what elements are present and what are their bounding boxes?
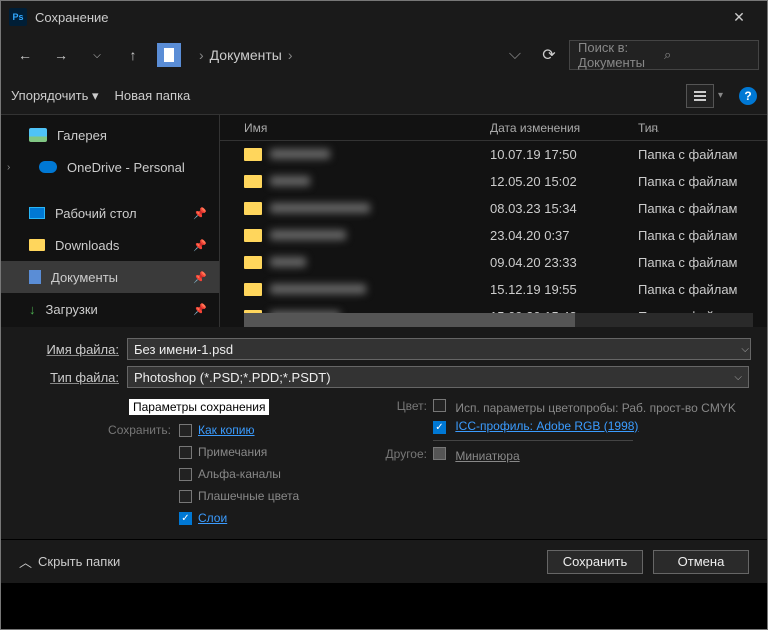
cancel-button[interactable]: Отмена — [653, 550, 749, 574]
document-icon — [29, 270, 41, 284]
option-proof: Исп. параметры цветопробы: Раб. прост-во… — [455, 401, 735, 415]
checkbox-thumb[interactable] — [433, 447, 446, 460]
checkbox-layers[interactable]: ✓ — [179, 512, 192, 525]
footer: ︿ Скрыть папки Сохранить Отмена — [1, 539, 767, 583]
chevron-up-icon: ︿ — [19, 552, 32, 571]
titlebar: Ps Сохранение ✕ — [1, 1, 767, 33]
forward-button[interactable]: → — [45, 39, 77, 71]
close-button[interactable]: ✕ — [719, 1, 759, 33]
location-icon — [157, 43, 181, 67]
option-alpha: Альфа-каналы — [198, 467, 281, 481]
save-button[interactable]: Сохранить — [547, 550, 643, 574]
chevron-down-icon: ⌵ — [734, 372, 742, 383]
app-icon: Ps — [9, 8, 27, 26]
option-as-copy[interactable]: Как копию — [198, 423, 255, 437]
view-mode-button[interactable] — [686, 84, 714, 108]
file-list[interactable]: 10.07.19 17:50Папка с файлам12.05.20 15:… — [220, 141, 767, 313]
new-folder-button[interactable]: Новая папка — [115, 88, 191, 103]
folder-icon — [244, 175, 262, 188]
option-thumb: Миниатюра — [455, 449, 519, 463]
download-icon: ↓ — [29, 302, 36, 317]
col-name[interactable]: Имя — [244, 121, 490, 135]
sidebar-item-gallery[interactable]: Галерея — [1, 119, 219, 151]
up-button[interactable]: ↑ — [117, 39, 149, 71]
organize-button[interactable]: Упорядочить ▾ — [11, 88, 99, 104]
pin-icon: 📌 — [193, 207, 207, 220]
breadcrumb-segment[interactable]: Документы — [210, 47, 282, 63]
file-row[interactable]: 15.09.20 15:48Папка с файлам — [220, 303, 767, 313]
color-label: Цвет: — [379, 399, 433, 417]
expand-icon[interactable]: › — [7, 162, 10, 173]
save-dialog: Ps Сохранение ✕ ← → ⌵ ↑ › Документы › ⌵ … — [0, 0, 768, 630]
sidebar-item-documents[interactable]: Документы 📌 — [1, 261, 219, 293]
save-label: Сохранить: — [19, 423, 179, 437]
checkbox-icc[interactable]: ✓ — [433, 421, 446, 434]
sidebar-item-desktop[interactable]: Рабочий стол 📌 — [1, 197, 219, 229]
checkbox-proof[interactable] — [433, 399, 446, 412]
other-label: Другое: — [379, 447, 433, 465]
save-options: Параметры сохранения Сохранить: Как копи… — [1, 395, 767, 539]
help-button[interactable]: ? — [739, 87, 757, 105]
filename-label: Имя файла: — [19, 342, 119, 357]
gallery-icon — [29, 128, 47, 142]
toolbar: Упорядочить ▾ Новая папка ▾ ? — [1, 77, 767, 115]
option-notes: Примечания — [198, 445, 267, 459]
horizontal-scrollbar[interactable] — [244, 313, 753, 327]
desktop-icon — [29, 207, 45, 219]
cloud-icon — [39, 161, 57, 173]
folder-icon — [244, 229, 262, 242]
checkbox-spot[interactable] — [179, 490, 192, 503]
file-row[interactable]: 10.07.19 17:50Папка с файлам — [220, 141, 767, 168]
folder-icon — [244, 202, 262, 215]
checkbox-as-copy[interactable] — [179, 424, 192, 437]
sidebar-item-downloads[interactable]: Downloads 📌 — [1, 229, 219, 261]
filename-input[interactable] — [127, 338, 751, 360]
folder-icon — [29, 239, 45, 251]
back-button[interactable]: ← — [9, 39, 41, 71]
filetype-label: Тип файла: — [19, 370, 119, 385]
search-icon: ⌕ — [664, 47, 750, 63]
folder-icon — [244, 148, 262, 161]
pin-icon: 📌 — [193, 303, 207, 316]
option-icc[interactable]: ICC-профиль: Adobe RGB (1998) — [455, 419, 638, 433]
checkbox-alpha[interactable] — [179, 468, 192, 481]
filename-form: Имя файла: ⌵ Тип файла: Photoshop (*.PSD… — [1, 327, 767, 395]
refresh-button[interactable]: ⟳ — [533, 45, 565, 65]
file-row[interactable]: 09.04.20 23:33Папка с файлам — [220, 249, 767, 276]
file-list-area: Имя ︿ Дата изменения Тип 10.07.19 17:50П… — [219, 115, 767, 327]
folder-icon — [244, 283, 262, 296]
file-row[interactable]: 15.12.19 19:55Папка с файлам — [220, 276, 767, 303]
chevron-down-icon[interactable]: ⌵ — [741, 344, 749, 355]
option-layers[interactable]: Слои — [198, 511, 227, 525]
file-row[interactable]: 12.05.20 15:02Папка с файлам — [220, 168, 767, 195]
filetype-select[interactable]: Photoshop (*.PSD;*.PDD;*.PSDT) ⌵ — [127, 366, 749, 388]
hide-folders-button[interactable]: ︿ Скрыть папки — [19, 552, 120, 571]
file-row[interactable]: 08.03.23 15:34Папка с файлам — [220, 195, 767, 222]
breadcrumb-dropdown[interactable]: ⌵ — [501, 46, 529, 64]
sidebar: Галерея › OneDrive - Personal Рабочий ст… — [1, 115, 219, 327]
folder-icon — [244, 256, 262, 269]
sort-indicator: ︿ — [650, 121, 659, 134]
search-input[interactable]: Поиск в: Документы ⌕ — [569, 40, 759, 70]
sidebar-item-onedrive[interactable]: › OneDrive - Personal — [1, 151, 219, 183]
option-spot: Плашечные цвета — [198, 489, 299, 503]
checkbox-notes[interactable] — [179, 446, 192, 459]
col-date[interactable]: Дата изменения — [490, 121, 638, 135]
window-title: Сохранение — [35, 10, 109, 25]
nav-bar: ← → ⌵ ↑ › Документы › ⌵ ⟳ Поиск в: Докум… — [1, 33, 767, 77]
recent-dropdown[interactable]: ⌵ — [81, 39, 113, 71]
column-headers: Имя ︿ Дата изменения Тип — [220, 115, 767, 141]
sidebar-item-loads[interactable]: ↓ Загрузки 📌 — [1, 293, 219, 325]
file-row[interactable]: 23.04.20 0:37Папка с файлам — [220, 222, 767, 249]
breadcrumb[interactable]: › Документы › — [189, 47, 497, 63]
pin-icon: 📌 — [193, 239, 207, 252]
pin-icon: 📌 — [193, 271, 207, 284]
options-header: Параметры сохранения — [129, 399, 269, 415]
